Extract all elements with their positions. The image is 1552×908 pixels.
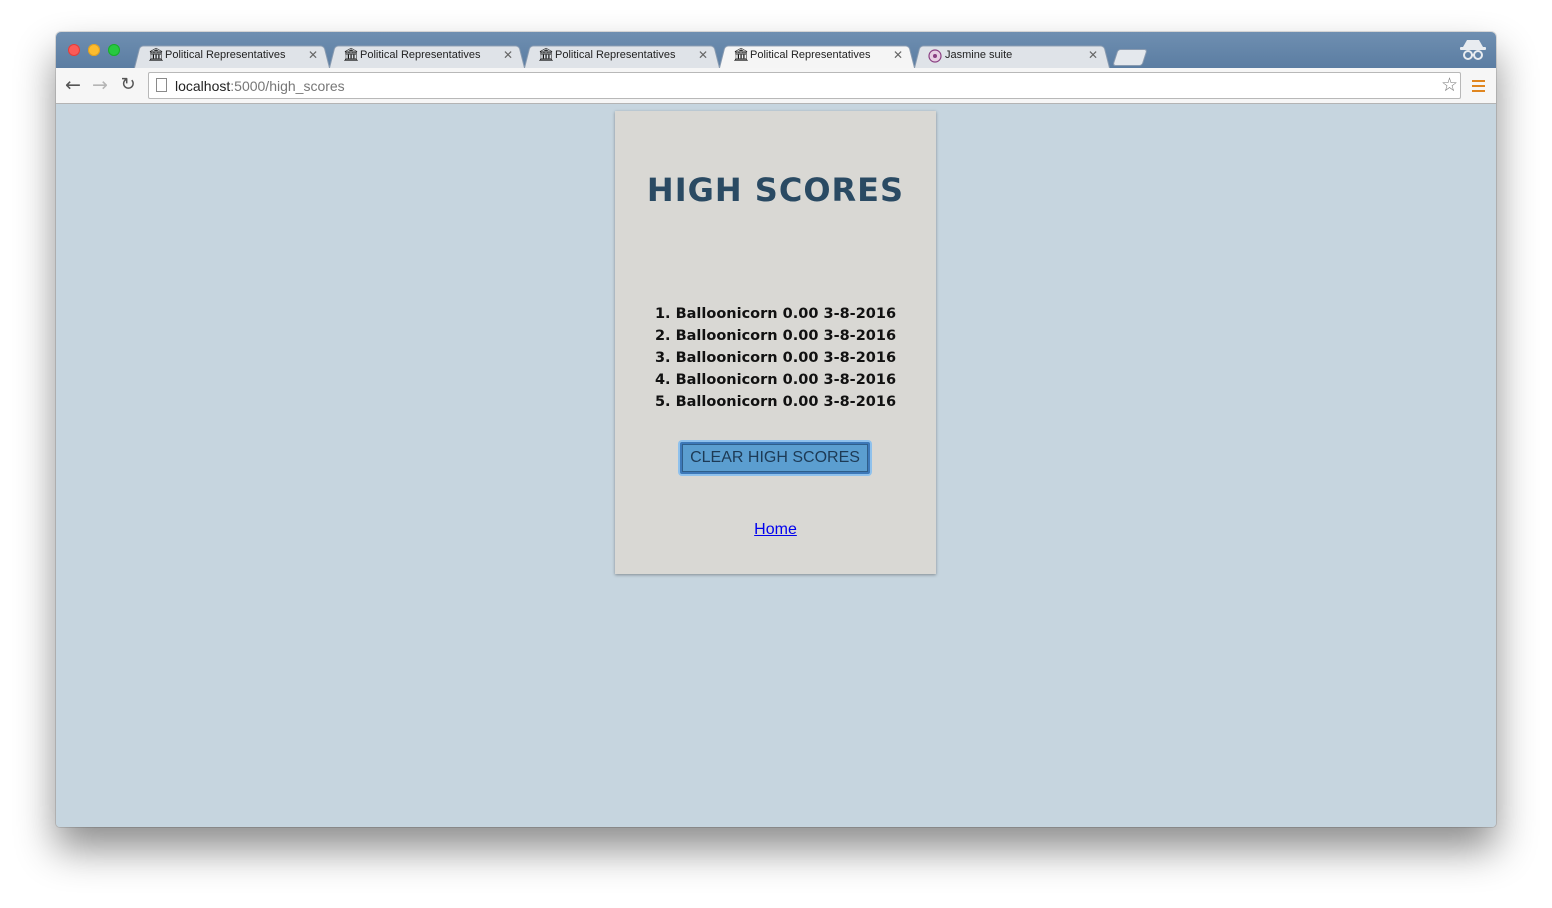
tab-title: Political Representatives [750, 49, 871, 61]
close-tab-icon[interactable]: ✕ [1088, 48, 1098, 62]
page-icon [156, 78, 167, 92]
browser-toolbar: ← → ↻ localhost:5000/high_scores ☆ [56, 68, 1496, 104]
building-icon: 🏛 [148, 48, 165, 63]
zoom-window-button[interactable] [108, 44, 120, 56]
tab-strip: 🏛 Political Representatives ✕ 🏛 Politica… [56, 32, 1496, 68]
score-entry: 2. Balloonicorn 0.00 3-8-2016 [654, 328, 897, 344]
home-link[interactable]: Home [615, 521, 936, 539]
page-content: HIGH SCORES 1. Balloonicorn 0.00 3-8-201… [56, 104, 1496, 827]
tab-title: Political Representatives [555, 49, 676, 61]
jasmine-flower-icon [928, 49, 942, 63]
building-icon: 🏛 [733, 48, 750, 63]
back-arrow-icon[interactable]: ← [63, 75, 83, 95]
tab-title: Political Representatives [360, 49, 481, 61]
reload-icon[interactable]: ↻ [118, 75, 138, 95]
score-entry: 1. Balloonicorn 0.00 3-8-2016 [654, 306, 897, 322]
tab-title: Jasmine suite [945, 49, 1013, 61]
tab-political-representatives-2[interactable]: 🏛 Political Representatives ✕ [329, 44, 525, 68]
close-tab-icon[interactable]: ✕ [893, 48, 903, 62]
score-entry: 5. Balloonicorn 0.00 3-8-2016 [654, 394, 897, 410]
score-entry: 3. Balloonicorn 0.00 3-8-2016 [654, 350, 897, 366]
tab-political-representatives-active[interactable]: 🏛 Political Representatives ✕ [719, 44, 915, 68]
tab-political-representatives-3[interactable]: 🏛 Political Representatives ✕ [524, 44, 720, 68]
building-icon: 🏛 [538, 48, 555, 63]
incognito-icon [1458, 38, 1488, 64]
close-tab-icon[interactable]: ✕ [308, 48, 318, 62]
building-icon: 🏛 [343, 48, 360, 63]
tab-jasmine-suite[interactable]: Jasmine suite ✕ [914, 44, 1110, 68]
clear-high-scores-button[interactable]: CLEAR HIGH SCORES [680, 442, 870, 474]
url-path: :5000/high_scores [230, 78, 345, 94]
url-host: localhost [175, 78, 231, 94]
high-scores-card: HIGH SCORES 1. Balloonicorn 0.00 3-8-201… [615, 111, 936, 574]
close-tab-icon[interactable]: ✕ [698, 48, 708, 62]
new-tab-button[interactable] [1112, 49, 1148, 66]
page-title: HIGH SCORES [646, 171, 905, 209]
url-text[interactable]: localhost:5000/high_scores [175, 78, 345, 94]
close-window-button[interactable] [68, 44, 80, 56]
tab-title: Political Representatives [165, 49, 286, 61]
high-scores-list: 1. Balloonicorn 0.00 3-8-2016 2. Balloon… [615, 303, 936, 413]
browser-window: 🏛 Political Representatives ✕ 🏛 Politica… [56, 32, 1496, 827]
close-tab-icon[interactable]: ✕ [503, 48, 513, 62]
forward-arrow-icon[interactable]: → [90, 75, 110, 95]
score-entry: 4. Balloonicorn 0.00 3-8-2016 [654, 372, 897, 388]
minimize-window-button[interactable] [88, 44, 100, 56]
bookmark-star-icon[interactable]: ☆ [1441, 73, 1458, 97]
menu-icon[interactable] [1472, 80, 1485, 92]
tab-political-representatives-1[interactable]: 🏛 Political Representatives ✕ [134, 44, 330, 68]
address-bar[interactable]: localhost:5000/high_scores ☆ [148, 72, 1461, 99]
